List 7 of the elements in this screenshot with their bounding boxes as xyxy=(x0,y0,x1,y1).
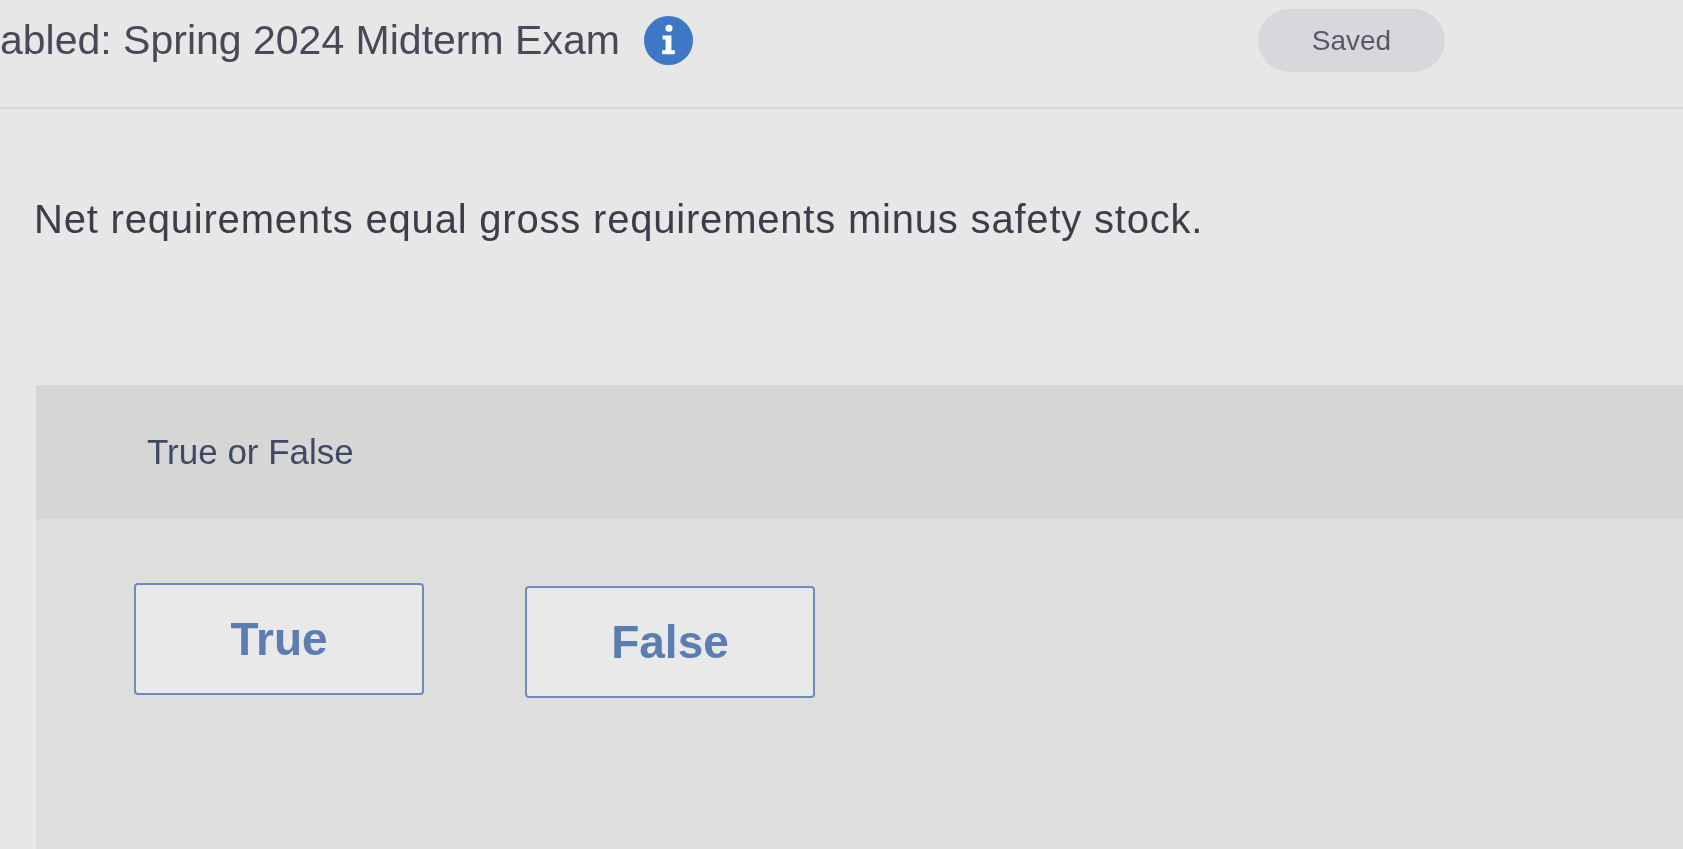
info-icon[interactable] xyxy=(643,16,693,65)
question-type-label: True or False xyxy=(147,432,354,472)
save-status-pill: Saved xyxy=(1258,9,1445,72)
exam-title: abled: Spring 2024 Midterm Exam xyxy=(0,16,620,65)
answer-option-button[interactable]: False xyxy=(525,586,815,698)
question-text: Net requirements equal gross requirements minus safety stock. xyxy=(34,196,1204,243)
answer-option-button[interactable]: True xyxy=(134,583,424,695)
